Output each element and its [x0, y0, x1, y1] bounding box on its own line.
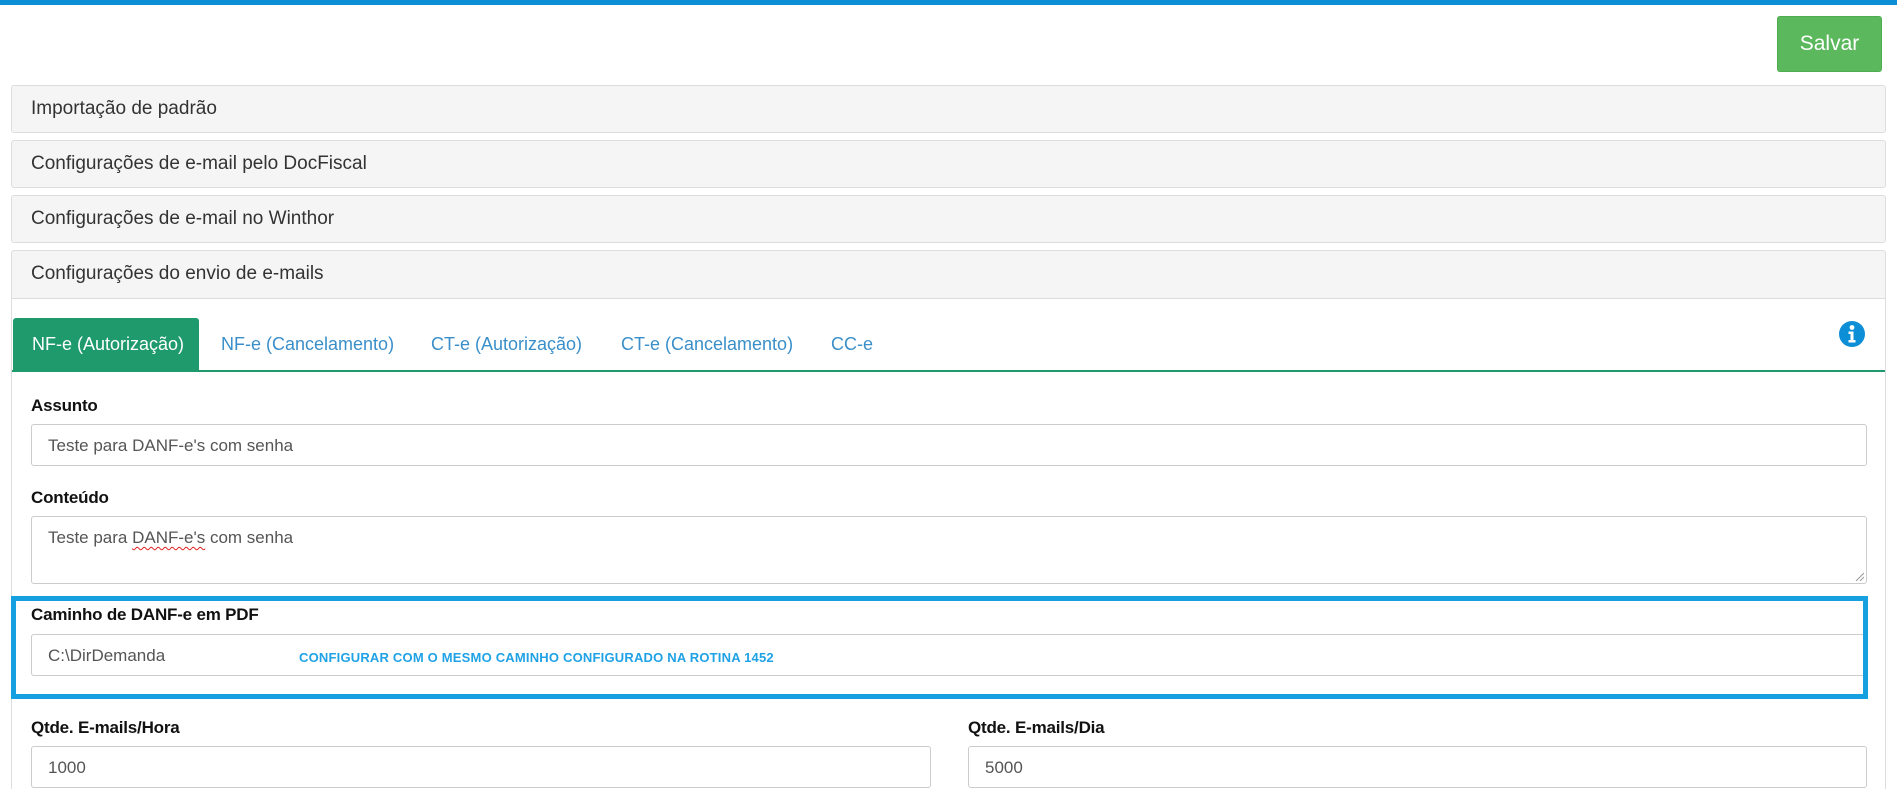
tab-nfe-cancelamento[interactable]: NF-e (Cancelamento) [221, 318, 394, 370]
assunto-label: Assunto [31, 396, 98, 415]
panel-email-winthor[interactable]: Configurações de e-mail no Winthor [11, 195, 1886, 243]
tab-cte-autorizacao[interactable]: CT-e (Autorização) [431, 318, 582, 370]
panel-importacao-padrao[interactable]: Importação de padrão [11, 85, 1886, 133]
top-accent-bar [0, 0, 1897, 5]
conteudo-value: Teste para DANF-e's com senha [48, 528, 293, 548]
emails-hora-label: Qtde. E-mails/Hora [31, 718, 180, 737]
tabs-underline [12, 370, 1885, 372]
conteudo-text-prefix: Teste para [48, 528, 133, 547]
conteudo-label: Conteúdo [31, 488, 109, 507]
emails-hora-value: 1000 [48, 758, 86, 777]
caminho-annotation: CONFIGURAR COM O MESMO CAMINHO CONFIGURA… [299, 650, 774, 665]
conteudo-text-suffix: com senha [205, 528, 294, 547]
resize-grip-icon[interactable] [1854, 571, 1864, 581]
assunto-input[interactable]: Teste para DANF-e's com senha [31, 424, 1867, 466]
assunto-value: Teste para DANF-e's com senha [48, 436, 294, 455]
conteudo-textarea[interactable]: Teste para DANF-e's com senha [31, 516, 1867, 584]
tab-cce[interactable]: CC-e [831, 318, 873, 370]
emails-dia-label: Qtde. E-mails/Dia [968, 718, 1105, 737]
tab-nfe-autorizacao[interactable]: NF-e (Autorização) [13, 318, 199, 370]
panel-envio-emails[interactable]: Configurações do envio de e-mails [11, 250, 1886, 299]
tab-cte-cancelamento[interactable]: CT-e (Cancelamento) [621, 318, 793, 370]
caminho-highlight-box [11, 596, 1868, 699]
emails-dia-value: 5000 [985, 758, 1023, 777]
info-icon[interactable] [1838, 320, 1866, 348]
panel-email-docfiscal[interactable]: Configurações de e-mail pelo DocFiscal [11, 140, 1886, 188]
emails-hora-input[interactable]: 1000 [31, 746, 931, 788]
save-button[interactable]: Salvar [1777, 16, 1882, 72]
conteudo-text-misspelled: DANF-e's [132, 528, 206, 547]
emails-dia-input[interactable]: 5000 [968, 746, 1867, 788]
